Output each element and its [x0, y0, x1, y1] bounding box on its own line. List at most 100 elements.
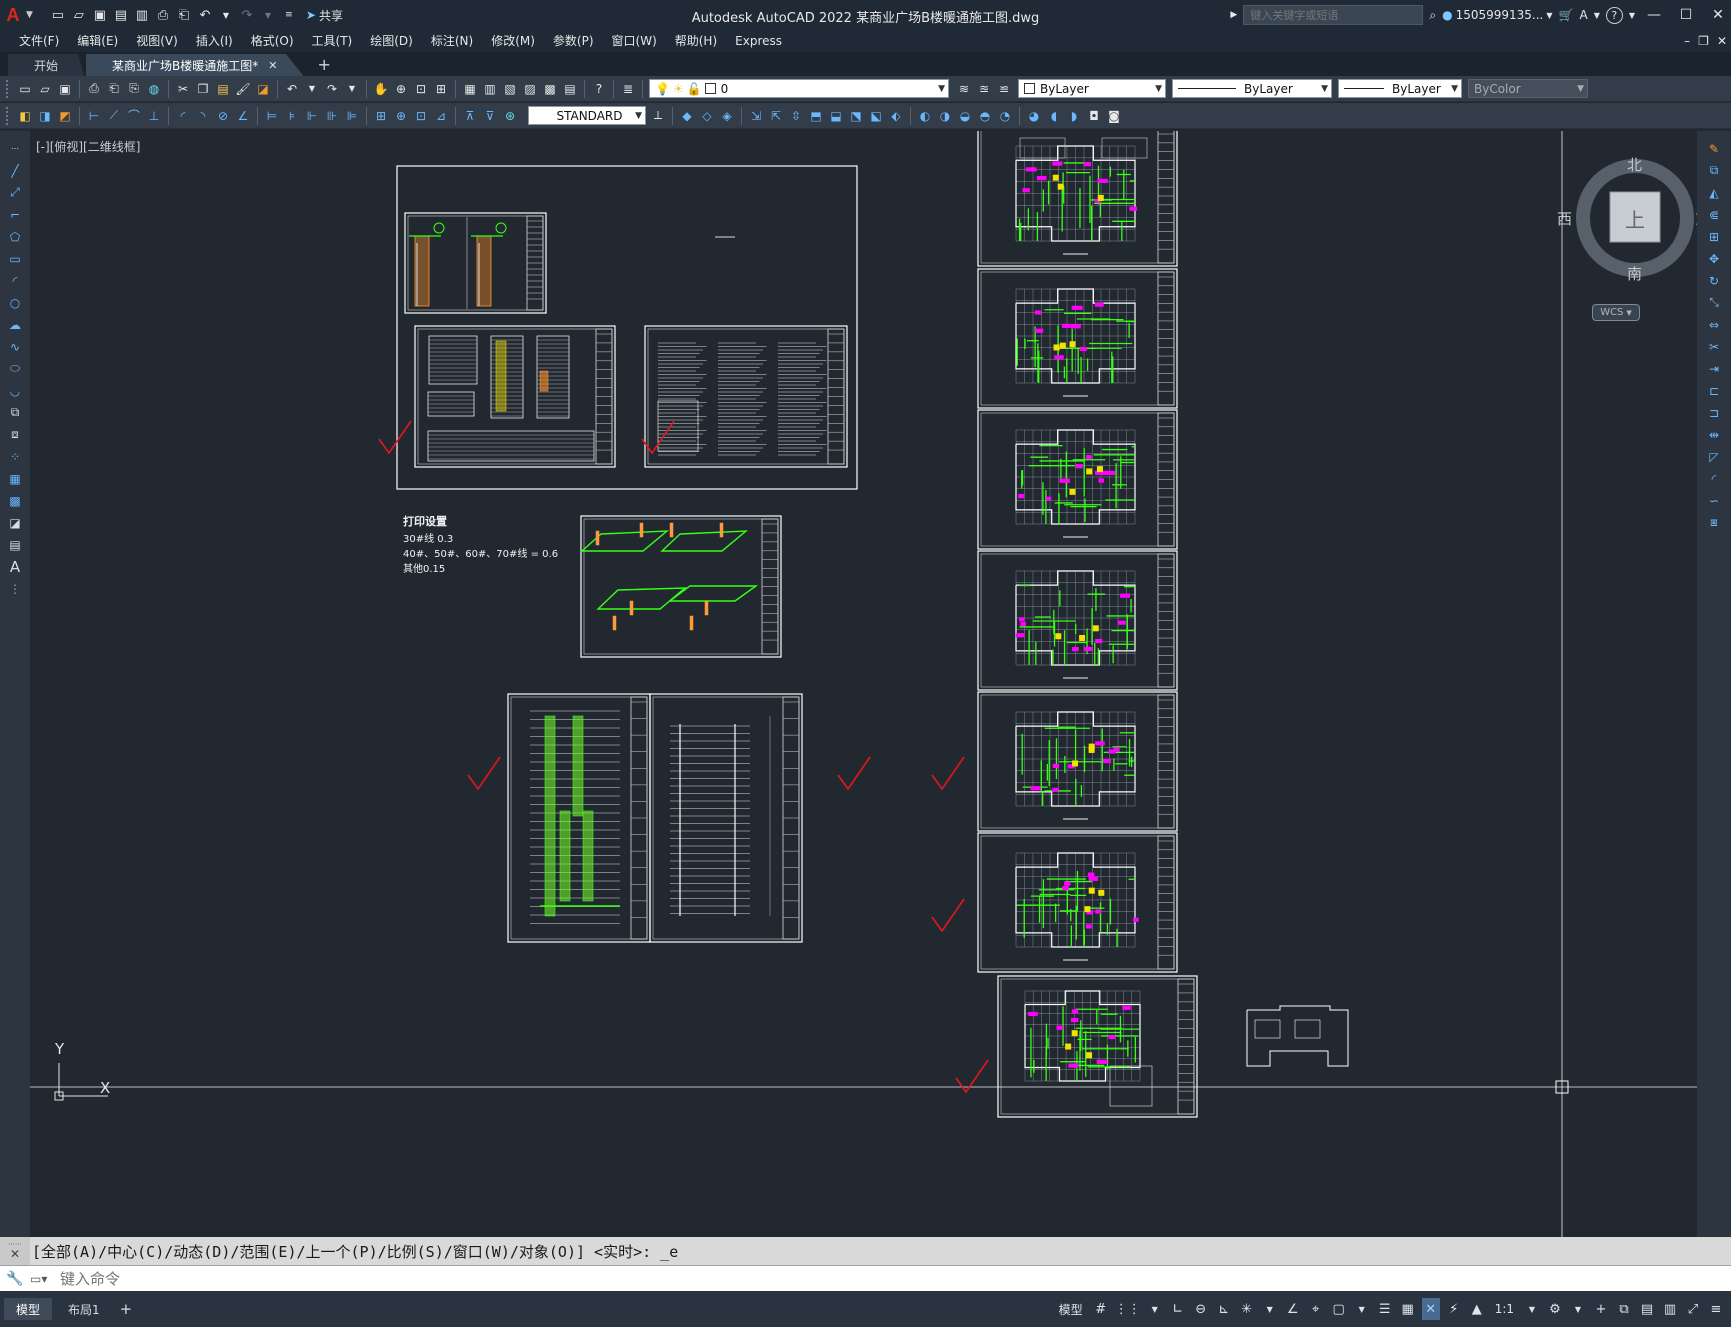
doc-restore-button[interactable]: ❐: [1698, 34, 1709, 48]
quick-properties-icon[interactable]: ▤: [1638, 1298, 1656, 1320]
wcs-menu-button[interactable]: WCS ▼: [1592, 304, 1640, 321]
loft-icon[interactable]: ⬖: [887, 107, 905, 125]
insert-block-icon[interactable]: ⧉: [5, 403, 25, 422]
open-icon[interactable]: ▱: [36, 80, 54, 98]
redo-icon[interactable]: ↷: [238, 6, 256, 24]
inspect-icon[interactable]: ⊡: [412, 107, 430, 125]
command-input[interactable]: [60, 1269, 1560, 1288]
design-center-icon[interactable]: ▥: [481, 80, 499, 98]
hatch-icon[interactable]: ▦: [5, 469, 25, 488]
line-icon[interactable]: ╱: [5, 161, 25, 180]
rectangle-icon[interactable]: ▭: [5, 249, 25, 268]
close-tab-icon[interactable]: ✕: [268, 59, 277, 72]
plotstyle-dropdown[interactable]: ByColor ▼: [1468, 79, 1588, 98]
polygon-icon[interactable]: ⬠: [5, 227, 25, 246]
publish-icon[interactable]: ⎘: [125, 80, 143, 98]
revision-cloud-icon[interactable]: ☁: [5, 315, 25, 334]
compass-east[interactable]: 东: [1695, 208, 1697, 229]
scale-icon[interactable]: ⤡: [1704, 293, 1724, 312]
extend-icon[interactable]: ⇥: [1704, 359, 1724, 378]
view-3d-icon[interactable]: ◗: [1065, 107, 1083, 125]
presspull-icon[interactable]: ⬓: [827, 107, 845, 125]
tab-layout1[interactable]: 布局1: [56, 1298, 112, 1320]
construction-line-icon[interactable]: ⤢: [5, 183, 25, 202]
toolbar-grip[interactable]: ⋯: [5, 139, 25, 158]
rotate-gizmo-icon[interactable]: ⇱: [767, 107, 785, 125]
zoom-window-icon[interactable]: ⊡: [412, 80, 430, 98]
polyline-icon[interactable]: ⌐: [5, 205, 25, 224]
offset-icon[interactable]: ⋐: [1704, 205, 1724, 224]
render-icon[interactable]: ◘: [1085, 107, 1103, 125]
search-input[interactable]: [1243, 5, 1424, 25]
menu-help[interactable]: 帮助(H): [666, 30, 726, 52]
object-snap-icon[interactable]: ▢: [1330, 1298, 1348, 1320]
annotation-scale-value[interactable]: 1:1: [1491, 1298, 1518, 1320]
graphics-performance-icon[interactable]: ▥: [1661, 1298, 1679, 1320]
copy-icon[interactable]: ❐: [194, 80, 212, 98]
annotation-scale-icon[interactable]: ▲: [1468, 1298, 1486, 1320]
dimension-style-icon[interactable]: ⟂: [649, 107, 667, 125]
dimension-edit-icon[interactable]: ⊼: [461, 107, 479, 125]
array-icon[interactable]: ⊞: [1704, 227, 1724, 246]
union-icon[interactable]: ◐: [916, 107, 934, 125]
intersect-icon[interactable]: ◒: [956, 107, 974, 125]
view-cube-face-label[interactable]: 上: [1610, 204, 1660, 233]
clean-screen-icon[interactable]: ⤢: [1684, 1298, 1702, 1320]
dimension-space-icon[interactable]: ⊪: [323, 107, 341, 125]
undo-icon[interactable]: ↶: [196, 6, 214, 24]
jogged-dimension-icon[interactable]: ◝: [194, 107, 212, 125]
plot-preview-icon[interactable]: ⎗: [105, 80, 123, 98]
menu-dimension[interactable]: 标注(N): [422, 30, 482, 52]
customization-menu-icon[interactable]: ≡: [1707, 1298, 1725, 1320]
tolerance-icon[interactable]: ⊞: [372, 107, 390, 125]
block-editor-icon[interactable]: ◪: [254, 80, 272, 98]
save-as-icon[interactable]: ▤: [112, 6, 130, 24]
menu-insert[interactable]: 插入(I): [187, 30, 242, 52]
radius-dimension-icon[interactable]: ◜: [174, 107, 192, 125]
ortho-icon[interactable]: ⊾: [1215, 1298, 1233, 1320]
copy-object-icon[interactable]: ⧉: [1704, 161, 1724, 180]
menu-edit[interactable]: 编辑(E): [68, 30, 127, 52]
mirror-icon[interactable]: ◭: [1704, 183, 1724, 202]
toolbar-grip[interactable]: [6, 79, 11, 98]
menu-file[interactable]: 文件(F): [10, 30, 68, 52]
isodraft-icon[interactable]: ∠: [1284, 1298, 1302, 1320]
compass-west[interactable]: 西: [1557, 208, 1572, 229]
search-icon[interactable]: ⌕: [1429, 8, 1436, 23]
continue-dimension-icon[interactable]: ⊩: [303, 107, 321, 125]
extrude-icon[interactable]: ⬒: [807, 107, 825, 125]
command-line-grip[interactable]: ⋯⋯ ✕: [0, 1237, 30, 1265]
trim-icon[interactable]: ✂: [1704, 337, 1724, 356]
layer-properties-icon[interactable]: ≣: [619, 80, 637, 98]
viewport-controls[interactable]: [-][俯视][二维线框]: [36, 138, 140, 155]
doc-minimize-button[interactable]: –: [1684, 34, 1690, 48]
menu-tools[interactable]: 工具(T): [303, 30, 362, 52]
dimension-update-icon[interactable]: ⊛: [501, 107, 519, 125]
stretch-icon[interactable]: ⇔: [1704, 315, 1724, 334]
move-icon[interactable]: ✥: [1704, 249, 1724, 268]
pan-icon[interactable]: ✋: [372, 80, 390, 98]
properties-icon[interactable]: ▦: [461, 80, 479, 98]
solid-wedge-icon[interactable]: ◇: [698, 107, 716, 125]
tab-drawing[interactable]: 某商业广场B楼暖通施工图* ✕: [86, 54, 304, 76]
layer-previous-icon[interactable]: ≊: [975, 80, 993, 98]
autodesk-app-icon[interactable]: A: [1579, 8, 1587, 22]
close-window-button[interactable]: ✕: [1705, 7, 1731, 23]
menu-modify[interactable]: 修改(M): [482, 30, 544, 52]
baseline-dimension-icon[interactable]: ⊧: [283, 107, 301, 125]
explode-icon[interactable]: ⧆: [1704, 513, 1724, 532]
dimension-style-dropdown[interactable]: STANDARD ▼: [528, 106, 646, 125]
diameter-dimension-icon[interactable]: ⊘: [214, 107, 232, 125]
materials-icon[interactable]: ◙: [1105, 107, 1123, 125]
annotation-monitor-icon[interactable]: +: [1592, 1298, 1610, 1320]
layer-dropdown[interactable]: 💡 ☀ 🔓 0 ▼: [649, 79, 949, 98]
slice-icon[interactable]: ◓: [976, 107, 994, 125]
sweep-icon[interactable]: ⬕: [867, 107, 885, 125]
solid-box-icon[interactable]: ◆: [678, 107, 696, 125]
dynamic-input-icon[interactable]: ⊖: [1192, 1298, 1210, 1320]
user-account[interactable]: ● 1505999135... ▼: [1442, 8, 1552, 22]
tab-model[interactable]: 模型: [4, 1298, 53, 1320]
dimension-text-edit-icon[interactable]: ⊽: [481, 107, 499, 125]
linear-dimension-icon[interactable]: ⊢: [85, 107, 103, 125]
dimension-break-icon[interactable]: ⊫: [343, 107, 361, 125]
